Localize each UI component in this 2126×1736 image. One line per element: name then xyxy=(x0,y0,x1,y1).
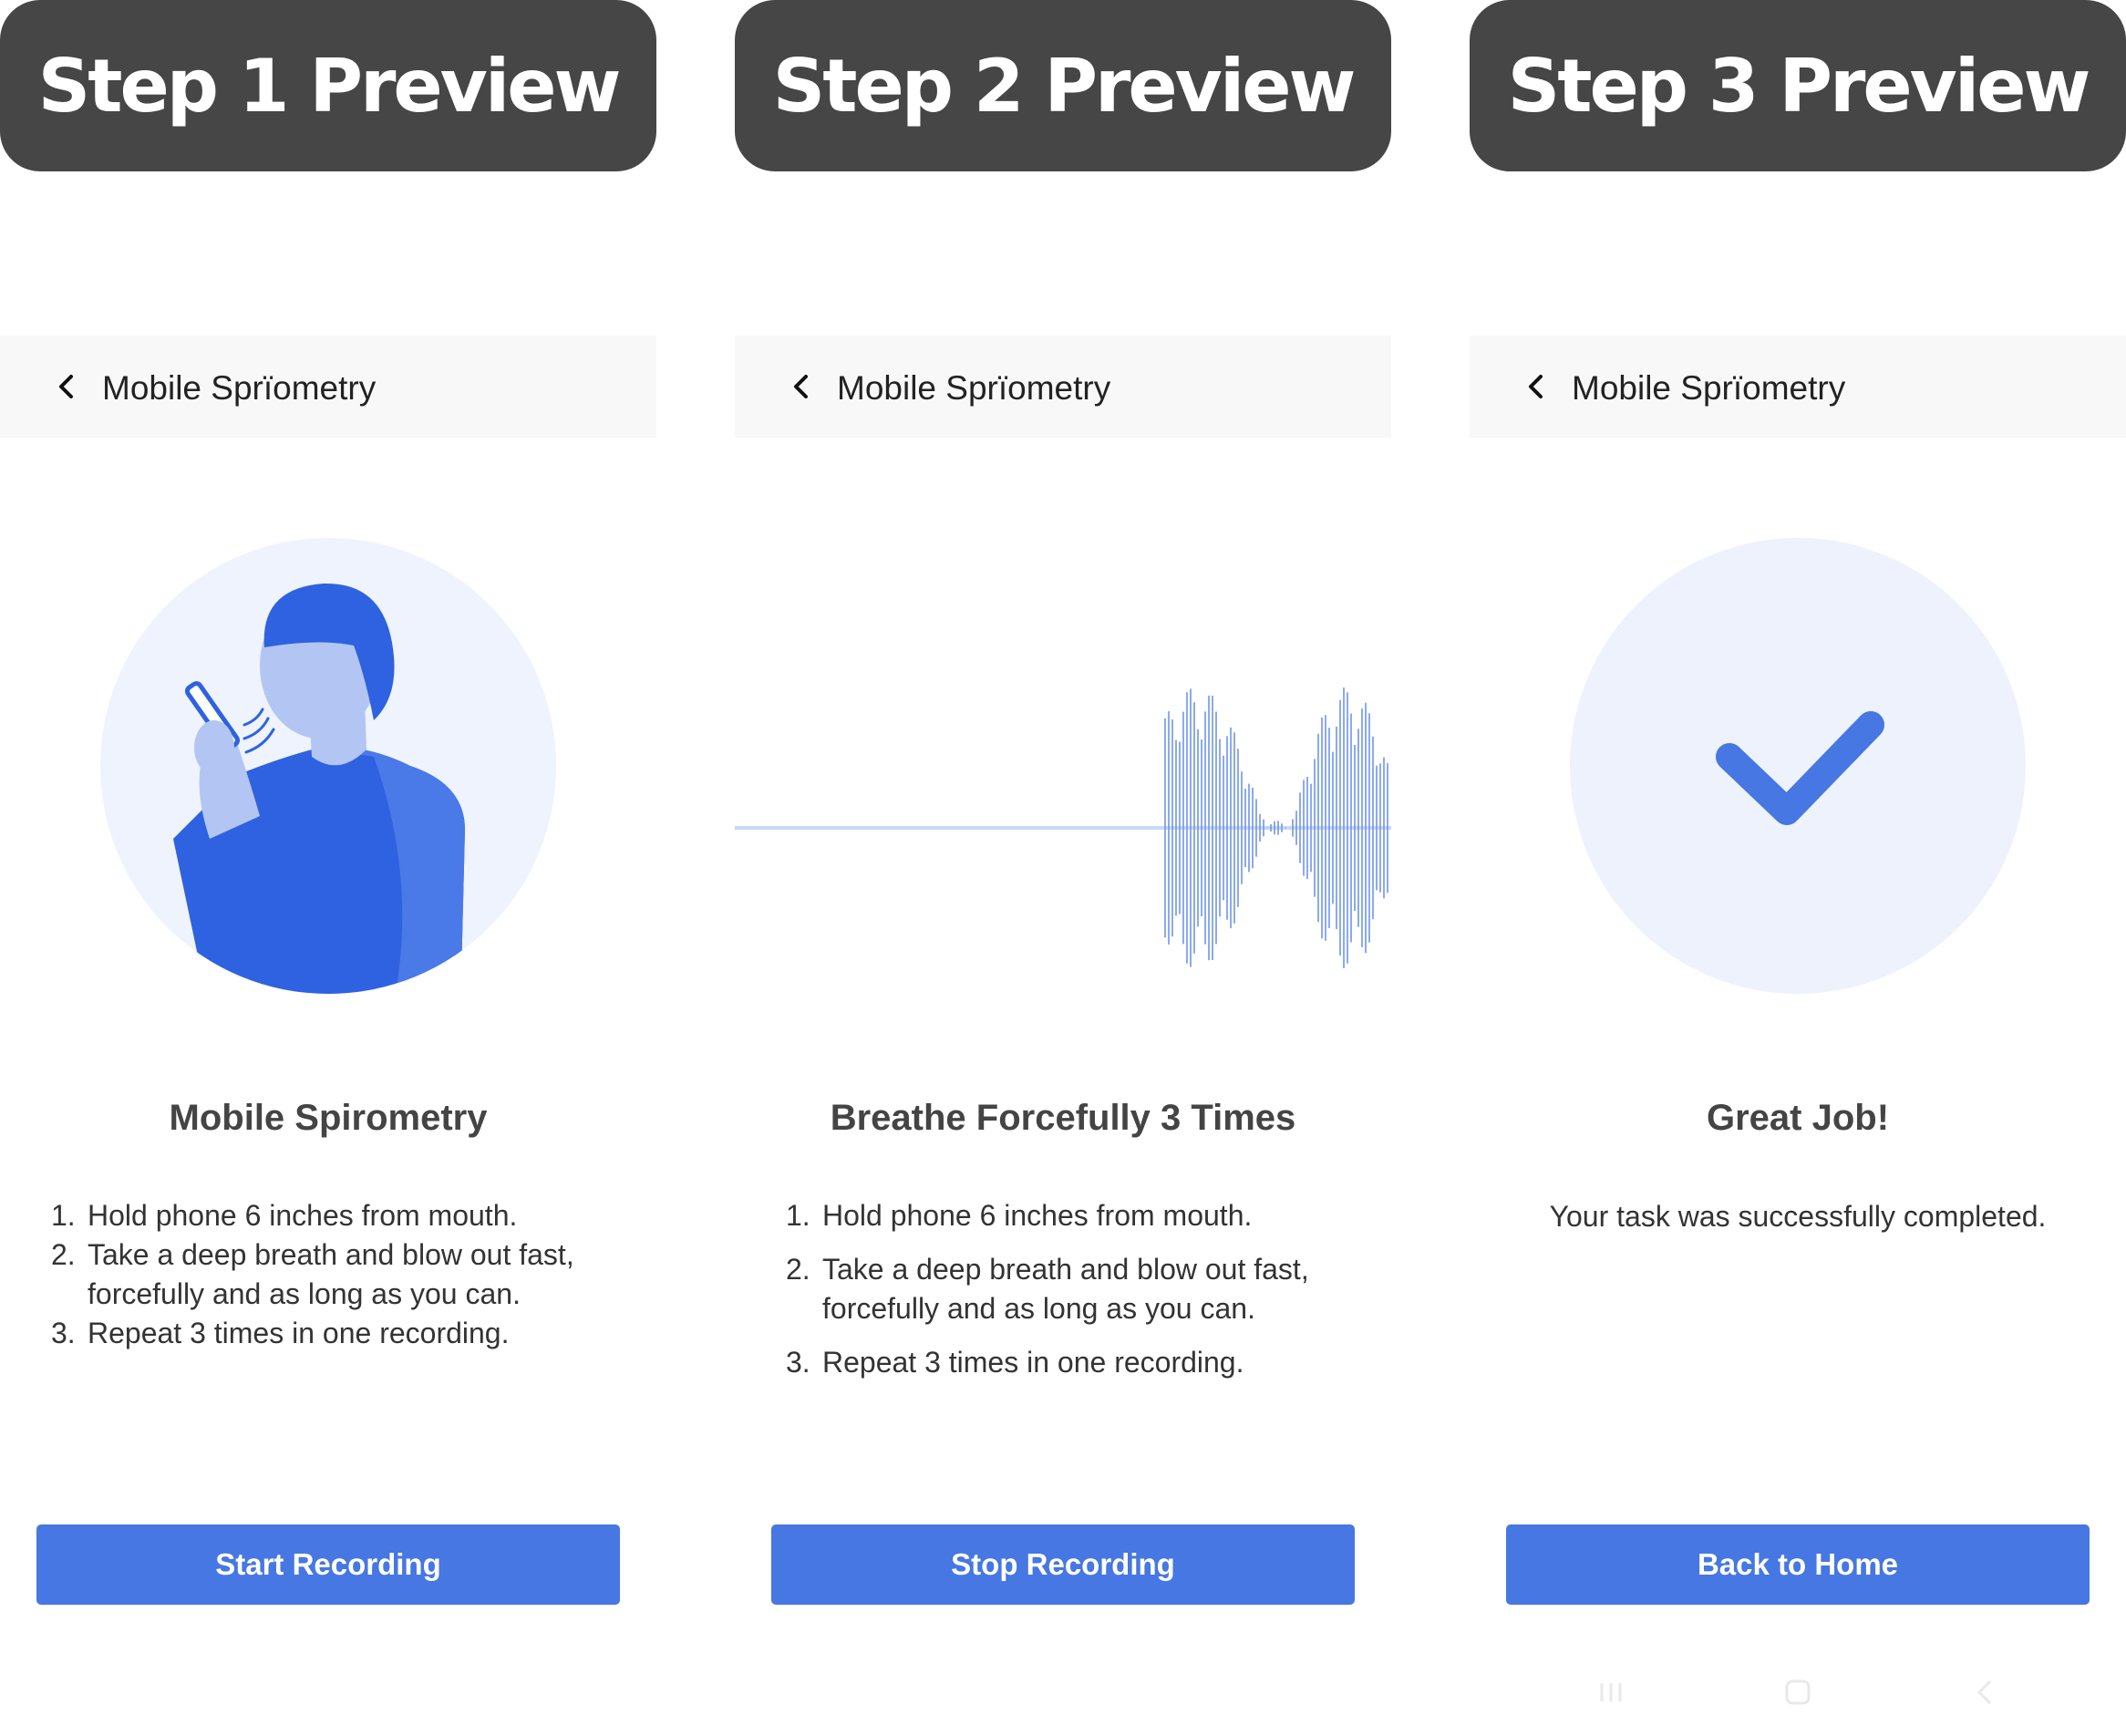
chevron-left-icon[interactable] xyxy=(1522,372,1552,401)
app-bar-title: Mobile Sprïometry xyxy=(102,369,377,407)
step-title: Mobile Spirometry xyxy=(169,1098,488,1138)
step-3-panel: Step 3 Preview Mobile Sprïometry Great J… xyxy=(1470,0,2126,1736)
instruction-list: 1. Hold phone 6 inches from mouth. 2. Take… xyxy=(44,1196,627,1353)
home-icon[interactable] xyxy=(1780,1674,1816,1710)
chevron-left-icon[interactable] xyxy=(788,372,817,401)
list-item: 2. Take a deep breath and blow out fast, … xyxy=(51,1238,574,1310)
step-title: Breathe Forcefully 3 Times xyxy=(830,1098,1296,1138)
app-bar: Mobile Sprïometry xyxy=(735,336,1391,438)
app-bar-title: Mobile Sprïometry xyxy=(1572,369,1846,407)
instruction-list: 1. Hold phone 6 inches from mouth. 2. Take… xyxy=(779,1196,1362,1397)
list-item: 2. Take a deep breath and blow out fast, … xyxy=(786,1253,1309,1325)
app-bar-title: Mobile Sprïometry xyxy=(837,369,1111,407)
system-back-icon[interactable] xyxy=(1966,1674,2003,1710)
stop-recording-button[interactable]: Stop Recording xyxy=(771,1524,1355,1605)
start-recording-button[interactable]: Start Recording xyxy=(36,1524,620,1605)
person-blowing-illustration xyxy=(100,538,556,994)
list-item: 1. Hold phone 6 inches from mouth. xyxy=(51,1199,518,1232)
list-item: 3. Repeat 3 times in one recording. xyxy=(786,1346,1244,1379)
checkmark-illustration xyxy=(1570,538,2026,994)
step-title: Great Job! xyxy=(1706,1098,1890,1138)
recent-apps-icon[interactable] xyxy=(1593,1674,1629,1710)
step-2-header: Step 2 Preview xyxy=(735,0,1391,171)
list-item: 1. Hold phone 6 inches from mouth. xyxy=(786,1199,1253,1232)
chevron-left-icon[interactable] xyxy=(53,372,82,401)
step-2-panel: Step 2 Preview Mobile Sprïometry Breathe… xyxy=(735,0,1391,1736)
back-to-home-button[interactable]: Back to Home xyxy=(1506,1524,2090,1605)
completion-message: Your task was successfully completed. xyxy=(1549,1200,2047,1233)
step-1-header: Step 1 Preview xyxy=(0,0,656,171)
app-bar: Mobile Sprïometry xyxy=(0,336,656,438)
list-item: 3. Repeat 3 times in one recording. xyxy=(51,1317,510,1349)
audio-waveform-illustration xyxy=(735,687,1391,969)
app-bar: Mobile Sprïometry xyxy=(1470,336,2126,438)
step-3-header: Step 3 Preview xyxy=(1470,0,2126,171)
step-1-panel: Step 1 Preview Mobile Sprïometry Mobile … xyxy=(0,0,656,1736)
